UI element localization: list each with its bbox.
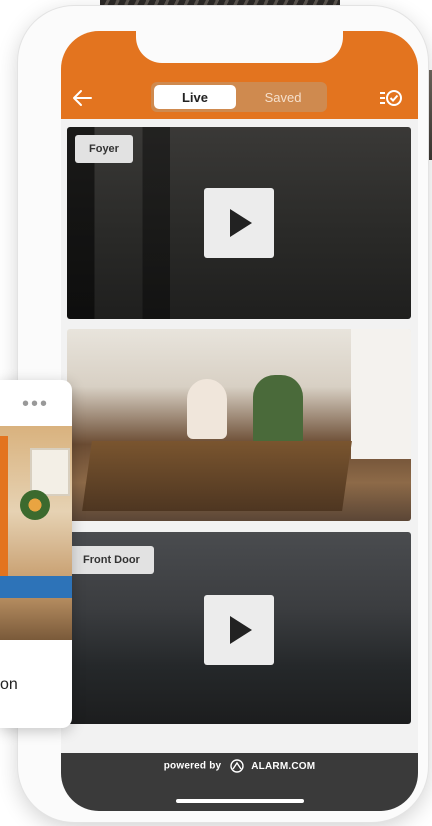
camera-label: Foyer — [75, 135, 133, 163]
notification-card[interactable]: ••• on — [0, 380, 72, 728]
scene-window — [351, 329, 411, 459]
camera-label: Front Door — [67, 546, 154, 574]
powered-by: powered by ALARM.COM — [61, 759, 418, 773]
camera-tile-live[interactable] — [67, 329, 411, 521]
tab-saved[interactable]: Saved — [241, 85, 325, 109]
card-text: on — [0, 676, 18, 693]
scene-person — [253, 375, 303, 445]
footer-bar: powered by ALARM.COM — [61, 753, 418, 811]
view-toggle: Live Saved — [151, 82, 327, 112]
play-icon[interactable] — [204, 188, 274, 258]
play-icon[interactable] — [204, 595, 274, 665]
scene-person — [187, 379, 227, 439]
alarm-logo-icon — [230, 759, 244, 773]
phone-notch — [136, 31, 343, 63]
phone-frame: Live Saved Foyer Front Door powered by A… — [18, 6, 428, 822]
card-image — [0, 426, 72, 640]
scene-box — [0, 576, 72, 598]
brand-name: ALARM.COM — [251, 760, 316, 772]
scene-flowers — [20, 490, 50, 520]
more-horizontal-icon[interactable]: ••• — [22, 394, 49, 414]
app-screen: Live Saved Foyer Front Door powered by A… — [61, 31, 418, 811]
camera-tile-front-door[interactable]: Front Door — [67, 532, 411, 724]
list-check-icon[interactable] — [379, 88, 403, 108]
home-indicator[interactable] — [176, 799, 304, 803]
scene-frame — [30, 448, 70, 496]
powered-by-text: powered by — [163, 760, 222, 772]
camera-tile-foyer[interactable]: Foyer — [67, 127, 411, 319]
scene-accent — [0, 436, 8, 596]
arrow-left-icon[interactable] — [71, 87, 93, 109]
tab-live[interactable]: Live — [154, 85, 236, 109]
scene-table — [82, 441, 352, 511]
